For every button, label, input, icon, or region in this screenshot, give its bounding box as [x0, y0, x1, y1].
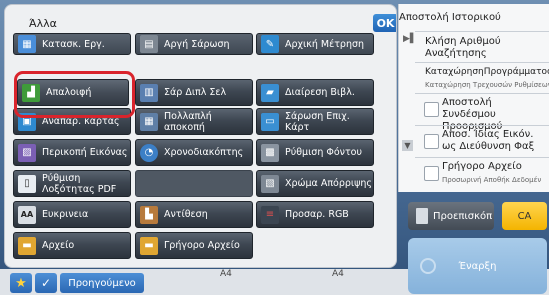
tile-book-divide[interactable]: ▰ Διαίρεση Βιβλ.	[256, 79, 374, 106]
send-link-checkbox[interactable]	[424, 102, 439, 117]
send-link-label: Αποστολή Συνδέσμου Προορισμού	[442, 97, 503, 132]
tile-image-crop[interactable]: ▨ Περικοπή Εικόνας	[13, 139, 131, 166]
quick-file-label: Γρήγορο Αρχείο	[442, 161, 522, 172]
timer-icon: ◔	[140, 143, 158, 162]
tile-label: Αντίθεση	[164, 209, 208, 220]
tile-original-count[interactable]: ✎ Αρχική Μέτρηση	[256, 33, 374, 55]
tile-label: Πολλαπλή αποκοπή	[164, 110, 212, 133]
tile-label: Αργή Σάρωση	[164, 38, 230, 50]
tile-label: Σάρωση Επιχ. Κάρτ	[285, 110, 350, 133]
previous-button[interactable]: Προηγούμενο	[60, 273, 144, 293]
business-card-scan-icon: ▭	[261, 112, 279, 131]
send-history-title[interactable]: Αποστολή Ιστορικού	[399, 12, 501, 23]
other-panel: Άλλα OK ▦ Κατασκ. Εργ. ▤ Αργή Σάρωση ✎ Α…	[4, 4, 397, 268]
tile-label: Αρχική Μέτρηση	[285, 38, 365, 50]
contrast-icon: ▙	[140, 205, 158, 224]
tile-business-card-scan[interactable]: ▭ Σάρωση Επιχ. Κάρτ	[256, 108, 374, 135]
quick-file-icon: ▬	[140, 236, 158, 255]
tile-slow-scan[interactable]: ▤ Αργή Σάρωση	[135, 33, 253, 55]
divider	[415, 125, 549, 126]
panel-title: Άλλα	[29, 17, 57, 30]
slow-scan-icon: ▤	[140, 35, 158, 53]
tile-label: Γρήγορο Αρχείο	[164, 240, 240, 251]
job-build-icon: ▦	[18, 35, 36, 53]
divider	[415, 31, 549, 32]
pdf-skew-icon: ▯	[18, 174, 36, 193]
check-icon[interactable]: ✓	[35, 273, 57, 293]
tile-label: Περικοπή Εικόνας	[42, 147, 128, 158]
paper-size-1: A4	[220, 269, 232, 279]
sharpness-icon: AA	[18, 205, 36, 224]
divider	[415, 62, 549, 63]
star-icon[interactable]: ★	[10, 273, 32, 293]
tile-contrast[interactable]: ▙ Αντίθεση	[135, 201, 253, 228]
tile-label: Χρονοδιακόπτης	[164, 147, 244, 158]
copier-screen: Άλλα OK ▦ Κατασκ. Εργ. ▤ Αργή Σάρωση ✎ Α…	[0, 0, 549, 295]
color-drop-icon: ▧	[261, 174, 279, 193]
start-icon	[420, 258, 436, 274]
paper-size-2: A4	[332, 269, 344, 279]
ca-button[interactable]: CA	[502, 202, 547, 230]
recall-search-number[interactable]: Κλήση Αριθμού Αναζήτησης	[425, 36, 543, 60]
tile-label: Ρύθμιση Φόντου	[285, 147, 362, 158]
scroll-down-icon[interactable]: ▼	[402, 140, 413, 151]
tile-label: Ρύθμιση Λοξότητας PDF	[42, 172, 117, 195]
tile-rgb-adjust[interactable]: ≡ Προσαρ. RGB	[256, 201, 374, 228]
tile-label: Χρώμα Απόρριψης	[285, 178, 372, 189]
tile-label: Κατασκ. Εργ.	[42, 38, 105, 50]
tile-color-drop[interactable]: ▧ Χρώμα Απόρριψης	[256, 170, 374, 197]
original-count-icon: ✎	[261, 35, 279, 53]
tile-background-adjust[interactable]: ▩ Ρύθμιση Φόντου	[256, 139, 374, 166]
file-icon: ▬	[18, 236, 36, 255]
divider	[415, 157, 549, 158]
rgb-adjust-icon: ≡	[261, 205, 279, 224]
tile-empty	[135, 170, 253, 197]
tile-timer[interactable]: ◔ Χρονοδιακόπτης	[135, 139, 253, 166]
tile-label: Διαίρεση Βιβλ.	[285, 87, 355, 98]
book-divide-icon: ▰	[261, 83, 279, 102]
tile-label: Προσαρ. RGB	[285, 209, 349, 220]
background-adjust-icon: ▩	[261, 143, 279, 162]
program-registration-sub: Καταχώρηση Τρεχουσών Ρυθμίσεων	[425, 81, 549, 89]
preview-button[interactable]: Προεπισκόπ	[408, 202, 494, 230]
tile-quick-file[interactable]: ▬ Γρήγορο Αρχείο	[135, 232, 253, 259]
tile-dual-page-scan[interactable]: ▥ Σάρ Διπλ Σελ	[135, 79, 253, 106]
quick-file-sub: Προσωρινή Αποθήκ Δεδομέν	[442, 176, 542, 184]
program-registration[interactable]: ΚαταχώρησηΠρογράμματος	[425, 66, 549, 78]
divider	[415, 93, 549, 94]
preview-icon	[416, 208, 428, 224]
image-crop-icon: ▨	[18, 143, 36, 162]
quick-file-checkbox[interactable]	[424, 166, 439, 181]
tile-file[interactable]: ▬ Αρχείο	[13, 232, 131, 259]
tile-label: Ευκρινεια	[42, 209, 89, 220]
multi-crop-icon: ▦	[140, 112, 158, 131]
selection-highlight	[14, 71, 135, 118]
tile-multi-crop[interactable]: ▦ Πολλαπλή αποκοπή	[135, 108, 253, 135]
tile-sharpness[interactable]: AA Ευκρινεια	[13, 201, 131, 228]
tile-label: Αρχείο	[42, 240, 75, 251]
preview-label: Προεπισκόπ	[433, 210, 493, 222]
tile-label: Σάρ Διπλ Σελ	[164, 87, 227, 98]
dual-page-scan-icon: ▥	[140, 83, 158, 102]
tile-pdf-skew[interactable]: ▯ Ρύθμιση Λοξότητας PDF	[13, 170, 131, 197]
tile-job-build[interactable]: ▦ Κατασκ. Εργ.	[13, 33, 131, 55]
ok-button[interactable]: OK	[373, 14, 396, 32]
same-image-label: Αποσ. Ίδιας Εικόν. ως Διεύθυνση Φαξ	[442, 129, 535, 152]
play-icon[interactable]: ▶▌	[403, 34, 417, 44]
same-image-checkbox[interactable]	[424, 134, 439, 149]
